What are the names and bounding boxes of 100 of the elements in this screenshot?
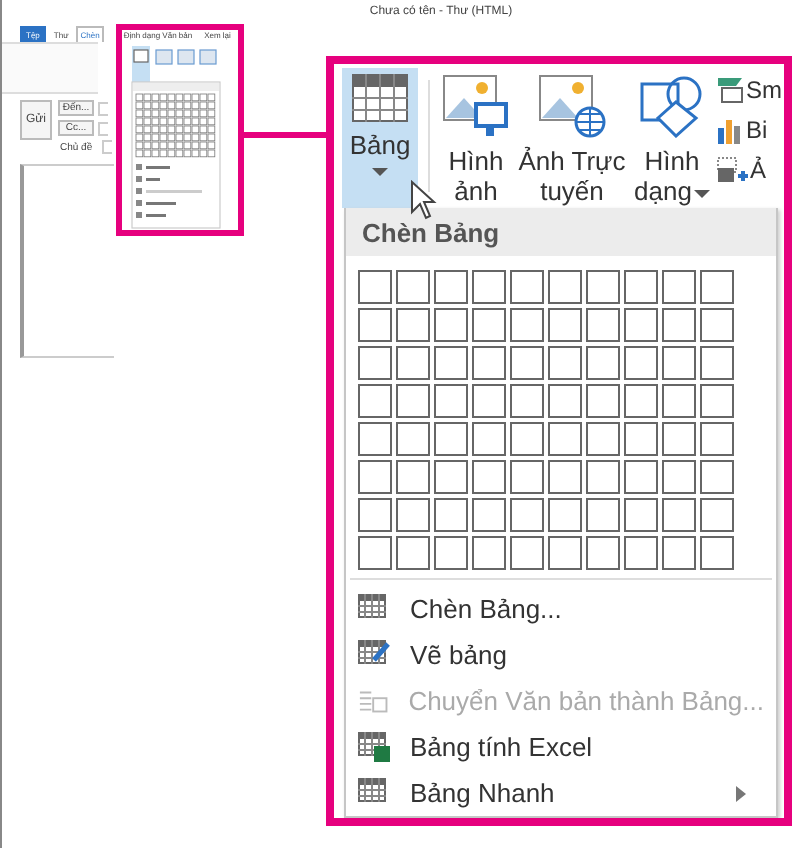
grid-cell[interactable] (472, 308, 506, 342)
grid-cell[interactable] (624, 536, 658, 570)
grid-cell[interactable] (434, 346, 468, 380)
grid-cell[interactable] (434, 384, 468, 418)
menu-item[interactable]: Chèn Bảng... (346, 586, 776, 632)
grid-cell[interactable] (624, 384, 658, 418)
grid-cell[interactable] (396, 346, 430, 380)
grid-cell[interactable] (700, 270, 734, 304)
grid-cell[interactable] (510, 270, 544, 304)
grid-cell[interactable] (586, 308, 620, 342)
grid-cell[interactable] (472, 422, 506, 456)
grid-cell[interactable] (472, 460, 506, 494)
grid-cell[interactable] (586, 346, 620, 380)
grid-cell[interactable] (396, 270, 430, 304)
grid-cell[interactable] (472, 384, 506, 418)
grid-cell[interactable] (396, 384, 430, 418)
grid-cell[interactable] (700, 422, 734, 456)
grid-cell[interactable] (700, 460, 734, 494)
grid-cell[interactable] (510, 384, 544, 418)
grid-cell[interactable] (548, 422, 582, 456)
grid-cell[interactable] (510, 536, 544, 570)
grid-cell[interactable] (548, 346, 582, 380)
grid-cell[interactable] (548, 536, 582, 570)
grid-cell[interactable] (624, 498, 658, 532)
grid-cell[interactable] (700, 536, 734, 570)
grid-cell[interactable] (624, 422, 658, 456)
grid-cell[interactable] (510, 346, 544, 380)
grid-cell[interactable] (358, 346, 392, 380)
grid-cell[interactable] (358, 460, 392, 494)
grid-cell[interactable] (548, 308, 582, 342)
grid-cell[interactable] (358, 422, 392, 456)
grid-cell[interactable] (586, 384, 620, 418)
grid-cell[interactable] (472, 498, 506, 532)
shapes-icon (640, 74, 704, 138)
grid-cell[interactable] (510, 422, 544, 456)
grid-cell[interactable] (624, 308, 658, 342)
cc-field[interactable] (98, 121, 108, 135)
ribbon-button[interactable]: Hình dạng (632, 68, 712, 208)
grid-cell[interactable] (662, 270, 696, 304)
cursor-icon (410, 180, 438, 220)
grid-cell[interactable] (434, 308, 468, 342)
grid-cell[interactable] (434, 460, 468, 494)
grid-cell[interactable] (510, 308, 544, 342)
menu-item[interactable]: Bảng Nhanh (346, 770, 776, 816)
grid-cell[interactable] (548, 460, 582, 494)
ribbon-button[interactable]: Ả (750, 156, 767, 184)
grid-cell[interactable] (396, 498, 430, 532)
menu-item[interactable]: Bảng tính Excel (346, 724, 776, 770)
grid-cell[interactable] (586, 460, 620, 494)
ribbon-button[interactable]: Bi (746, 116, 768, 144)
grid-cell[interactable] (548, 384, 582, 418)
grid-cell[interactable] (548, 270, 582, 304)
ribbon-button[interactable]: Bảng (342, 68, 418, 208)
subject-field[interactable] (102, 140, 112, 154)
spreadsheet-icon (358, 731, 390, 763)
grid-cell[interactable] (434, 270, 468, 304)
grid-cell[interactable] (434, 536, 468, 570)
grid-cell[interactable] (662, 460, 696, 494)
ribbon-button[interactable]: Ảnh Trực tuyến (516, 68, 628, 208)
grid-cell[interactable] (700, 384, 734, 418)
grid-cell[interactable] (662, 536, 696, 570)
grid-cell[interactable] (624, 270, 658, 304)
message-body[interactable] (20, 164, 114, 358)
to-field[interactable] (98, 101, 108, 115)
grid-cell[interactable] (396, 460, 430, 494)
grid-cell[interactable] (434, 498, 468, 532)
grid-cell[interactable] (586, 536, 620, 570)
grid-cell[interactable] (358, 384, 392, 418)
picture-monitor-icon (442, 74, 510, 138)
grid-cell[interactable] (396, 422, 430, 456)
grid-cell[interactable] (586, 270, 620, 304)
grid-cell[interactable] (662, 498, 696, 532)
grid-cell[interactable] (700, 498, 734, 532)
grid-cell[interactable] (358, 536, 392, 570)
grid-cell[interactable] (472, 536, 506, 570)
grid-cell[interactable] (662, 346, 696, 380)
grid-cell[interactable] (700, 346, 734, 380)
grid-cell[interactable] (586, 422, 620, 456)
grid-cell[interactable] (358, 308, 392, 342)
picture-globe-icon (538, 74, 606, 138)
grid-cell[interactable] (358, 498, 392, 532)
grid-cell[interactable] (662, 422, 696, 456)
ribbon-button[interactable]: Hình ảnh (440, 68, 512, 208)
grid-cell[interactable] (396, 308, 430, 342)
grid-cell[interactable] (624, 460, 658, 494)
grid-cell[interactable] (510, 460, 544, 494)
grid-cell[interactable] (662, 384, 696, 418)
grid-cell[interactable] (662, 308, 696, 342)
grid-cell[interactable] (434, 422, 468, 456)
ribbon-button[interactable]: Sm (746, 76, 782, 104)
grid-cell[interactable] (472, 346, 506, 380)
grid-cell[interactable] (548, 498, 582, 532)
grid-cell[interactable] (396, 536, 430, 570)
menu-item[interactable]: Vẽ bảng (346, 632, 776, 678)
grid-cell[interactable] (624, 346, 658, 380)
grid-cell[interactable] (510, 498, 544, 532)
grid-cell[interactable] (586, 498, 620, 532)
grid-cell[interactable] (358, 270, 392, 304)
grid-cell[interactable] (700, 308, 734, 342)
grid-cell[interactable] (472, 270, 506, 304)
